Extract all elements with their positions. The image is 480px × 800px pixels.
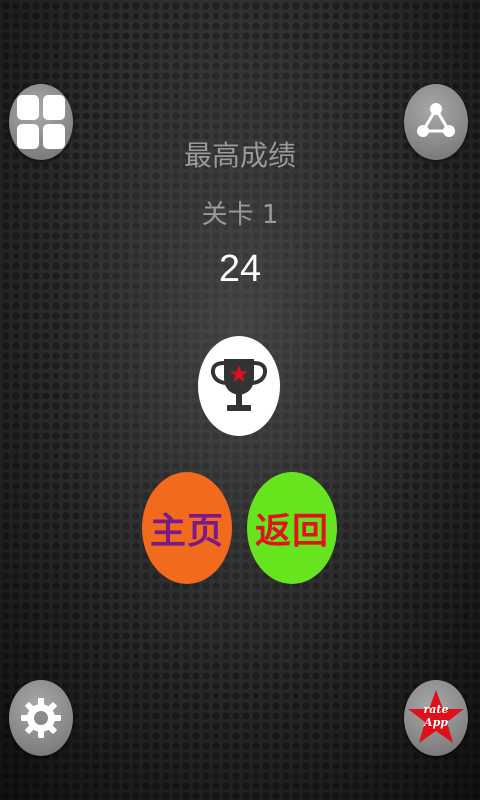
best-score-value: 24 [218,248,262,290]
trophy-badge [198,336,280,436]
settings-button[interactable] [9,680,73,756]
level-label: 关卡 1 [201,200,279,230]
back-button[interactable]: 返回 [247,472,337,584]
home-button[interactable]: 主页 [142,472,232,584]
app-label: App [424,716,448,729]
gear-icon [21,698,61,738]
best-score-title: 最高成绩 [183,139,296,172]
rate-label: rate [423,703,449,716]
rate-app-button[interactable]: rate App [404,680,468,756]
trophy-icon [210,359,268,411]
